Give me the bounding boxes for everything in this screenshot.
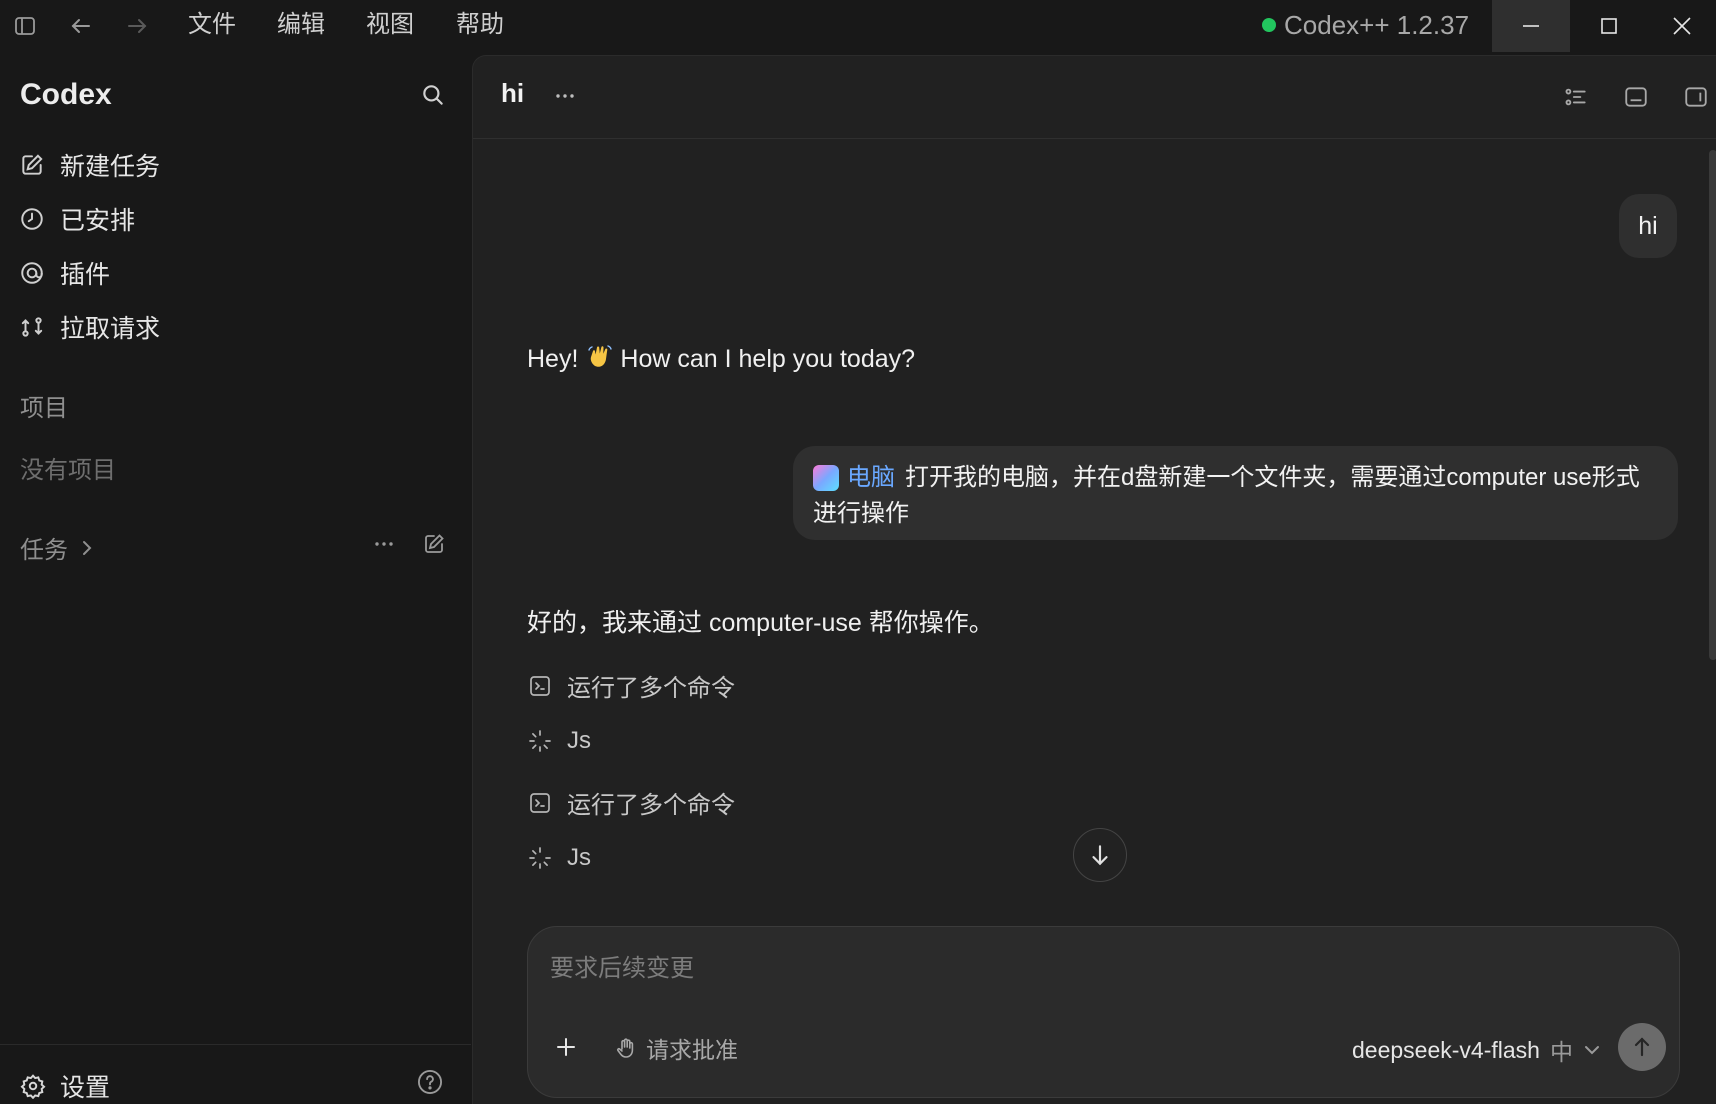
assistant-greeting: Hey!: [527, 345, 579, 373]
main-panel: hi hi Hey! How can I help you today? 电脑 打…: [472, 55, 1716, 1104]
step-label: Js: [567, 727, 591, 754]
assistant-message: 好的，我来通过 computer-use 帮你操作。: [527, 609, 994, 637]
sidebar-item-plugins[interactable]: 插件: [18, 253, 110, 293]
new-task-icon: [18, 151, 46, 179]
menu-view[interactable]: 视图: [366, 9, 414, 41]
settings-button[interactable]: 设置: [20, 1068, 110, 1104]
menu-edit[interactable]: 编辑: [277, 9, 325, 41]
follow-up-input[interactable]: [548, 949, 1648, 989]
user-message: hi: [1619, 194, 1677, 258]
step-run-commands[interactable]: 运行了多个命令: [527, 785, 735, 820]
thread-title: hi: [501, 78, 525, 108]
right-panel-icon[interactable]: [1683, 84, 1709, 110]
pull-request-icon: [18, 313, 46, 341]
back-arrow-icon[interactable]: [66, 11, 96, 41]
search-icon[interactable]: [420, 82, 446, 108]
task-list-icon[interactable]: [1563, 84, 1589, 110]
hand-icon: [614, 1036, 638, 1060]
maximize-button[interactable]: [1570, 0, 1648, 52]
loading-icon: [527, 845, 553, 871]
tasks-more-icon[interactable]: [372, 532, 396, 556]
waving-hand-icon: [586, 342, 614, 370]
app-version-label: Codex++ 1.2.37: [1284, 10, 1470, 40]
model-selector[interactable]: deepseek-v4-flash 中: [1352, 1033, 1601, 1067]
tasks-heading-label: 任务: [20, 537, 68, 564]
assistant-greeting-rest: How can I help you today?: [620, 345, 916, 373]
plugin-icon: [18, 259, 46, 287]
arrow-down-icon: [1087, 842, 1113, 868]
user-message: 电脑 打开我的电脑，并在d盘新建一个文件夹，需要通过computer use形式…: [793, 446, 1678, 540]
arrow-up-icon: [1630, 1035, 1654, 1059]
bottom-panel-icon[interactable]: [1623, 84, 1649, 110]
sidebar-item-label: 已安排: [60, 207, 136, 235]
sidebar-item-scheduled[interactable]: 已安排: [18, 199, 135, 239]
menu-help[interactable]: 帮助: [456, 9, 504, 41]
user-message-text: hi: [1638, 211, 1658, 240]
projects-heading: 项目: [20, 395, 68, 422]
tasks-heading[interactable]: 任务: [20, 530, 96, 565]
scroll-to-bottom-button[interactable]: [1073, 828, 1127, 882]
terminal-icon: [527, 790, 553, 816]
chevron-right-icon: [78, 539, 96, 557]
sidebar-toggle-icon[interactable]: [10, 11, 40, 41]
step-label: 运行了多个命令: [567, 792, 735, 819]
sidebar-item-label: 插件: [60, 261, 111, 289]
sidebar-item-pull-requests[interactable]: 拉取请求: [18, 307, 160, 347]
projects-empty-text: 没有项目: [20, 457, 116, 484]
reasoning-effort: 中: [1549, 1039, 1573, 1065]
title-bar: 文件 编辑 视图 帮助 Codex++ 1.2.37: [0, 0, 1716, 52]
plugin-mention-chip[interactable]: 电脑: [813, 460, 895, 496]
add-attachment-icon[interactable]: [554, 1035, 578, 1059]
step-label: 运行了多个命令: [567, 675, 735, 702]
thread-more-icon[interactable]: [553, 84, 577, 108]
status-dot: [1262, 18, 1276, 32]
sidebar-item-new-task[interactable]: 新建任务: [18, 145, 160, 185]
help-icon[interactable]: [416, 1068, 444, 1096]
sidebar: Codex 新建任务 已安排 插件 拉取请求 项目 没有项目 任务 设置: [0, 52, 471, 1104]
thread-header: hi: [473, 56, 1716, 139]
user-message-text: 打开我的电脑，并在d盘新建一个文件夹，需要通过computer use形式进行操…: [813, 464, 1640, 527]
sidebar-divider: [0, 1044, 471, 1045]
step-js[interactable]: Js: [527, 727, 591, 755]
tasks-new-icon[interactable]: [422, 532, 446, 556]
assistant-message: Hey! How can I help you today?: [527, 342, 915, 376]
gear-icon: [20, 1073, 46, 1099]
composer: 请求批准 deepseek-v4-flash 中: [527, 926, 1680, 1098]
minimize-button[interactable]: [1492, 0, 1570, 52]
plugin-mention-label: 电脑: [847, 464, 895, 491]
sidebar-item-label: 拉取请求: [60, 315, 161, 343]
approval-label: 请求批准: [646, 1037, 738, 1063]
close-button[interactable]: [1648, 0, 1716, 52]
settings-label: 设置: [60, 1074, 111, 1102]
loading-icon: [527, 728, 553, 754]
send-button[interactable]: [1618, 1023, 1666, 1071]
model-name: deepseek-v4-flash: [1352, 1036, 1540, 1063]
clock-icon: [18, 205, 46, 233]
sidebar-item-label: 新建任务: [60, 153, 161, 181]
step-run-commands[interactable]: 运行了多个命令: [527, 668, 735, 703]
terminal-icon: [527, 673, 553, 699]
step-js[interactable]: Js: [527, 844, 591, 872]
forward-arrow-icon[interactable]: [122, 11, 152, 41]
menu-file[interactable]: 文件: [188, 9, 236, 41]
sidebar-title: Codex: [20, 78, 112, 111]
approval-mode-button[interactable]: 请求批准: [614, 1031, 738, 1065]
step-label: Js: [567, 844, 591, 871]
computer-plugin-icon: [813, 465, 839, 491]
app-version: Codex++ 1.2.37: [1262, 8, 1469, 42]
scrollbar[interactable]: [1709, 150, 1716, 660]
chevron-down-icon: [1583, 1041, 1601, 1059]
